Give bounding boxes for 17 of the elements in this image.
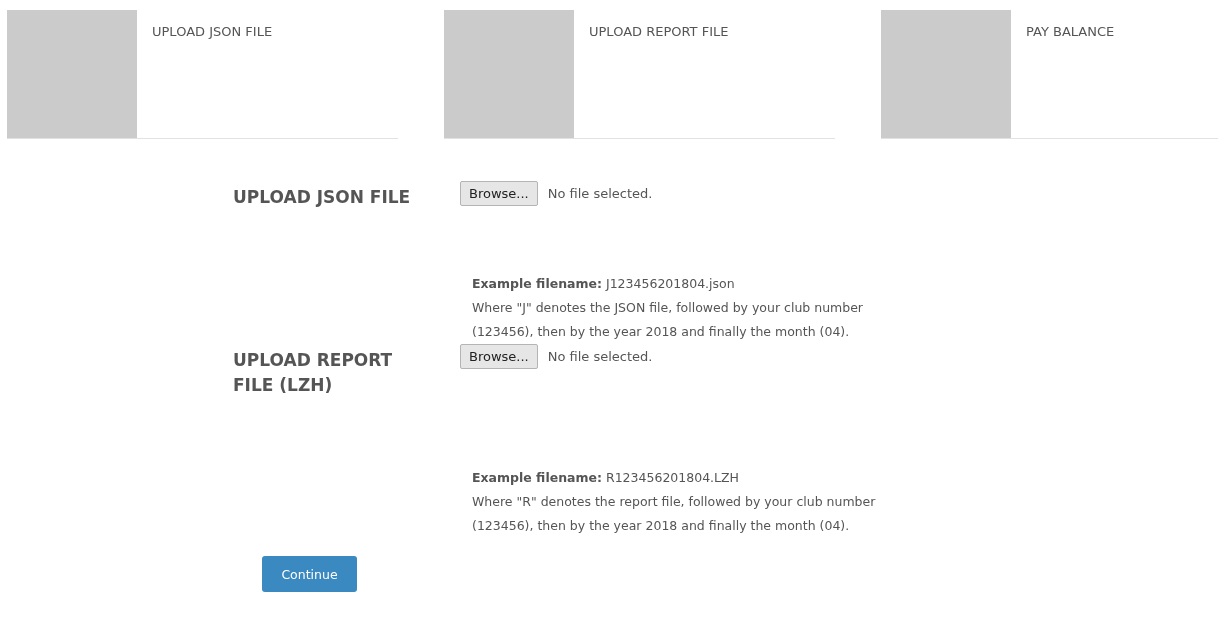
- browse-button[interactable]: Browse...: [460, 181, 538, 206]
- field-label: UPLOAD REPORT FILE (LZH): [233, 349, 394, 397]
- continue-button[interactable]: Continue: [262, 556, 357, 592]
- step-title: UPLOAD JSON FILE: [152, 24, 273, 40]
- file-status: No file selected.: [547, 186, 653, 201]
- example-filename: Example filename: J123456201804.json: [472, 275, 735, 293]
- step-card[interactable]: UPLOAD REPORT FILE: [444, 10, 835, 139]
- step-title: UPLOAD REPORT FILE: [589, 24, 729, 40]
- filename-description: Where "R" denotes the report file, followed by your club number (123456), then by the year 2018 and finally the month (04).: [472, 493, 877, 535]
- example-filename: Example filename: R123456201804.LZH: [472, 469, 739, 487]
- step-card[interactable]: UPLOAD JSON FILE: [7, 10, 398, 139]
- filename-description: Where "J" denotes the JSON file, followed by your club number (123456), then by the year 2018 and finally the month (04).: [472, 299, 864, 341]
- field-label: UPLOAD JSON FILE: [233, 186, 412, 209]
- file-status: No file selected.: [547, 349, 653, 364]
- browse-button[interactable]: Browse...: [460, 344, 538, 369]
- step-card[interactable]: PAY BALANCE: [881, 10, 1218, 139]
- step-title: PAY BALANCE: [1026, 24, 1115, 40]
